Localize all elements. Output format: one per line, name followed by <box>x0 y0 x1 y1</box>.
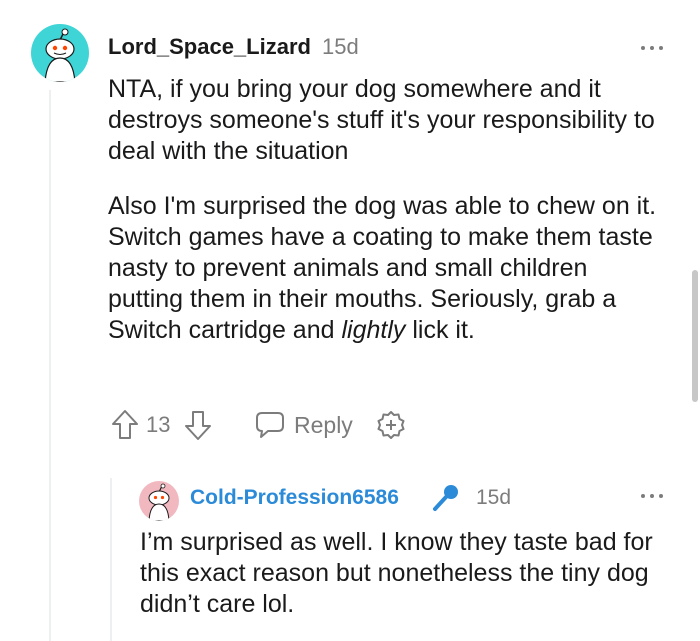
award-plus-icon <box>377 411 405 439</box>
avatar[interactable] <box>31 24 89 82</box>
upvote-icon <box>112 410 138 439</box>
comment-bubble-icon <box>256 412 284 438</box>
comment-paragraph: Also I'm surprised the dog was able to c… <box>108 191 668 346</box>
reply-timestamp: 15d <box>476 486 512 509</box>
reply-more-options-icon[interactable] <box>641 493 663 499</box>
downvote-button[interactable] <box>184 409 212 441</box>
award-button[interactable] <box>375 410 407 442</box>
scrollbar[interactable] <box>692 270 698 402</box>
comment-paragraph: NTA, if you bring your dog somewhere and… <box>108 75 655 165</box>
comment-username[interactable]: Lord_Space_Lizard <box>108 34 311 60</box>
reply-thread-line[interactable] <box>110 478 112 641</box>
reply-label: Reply <box>294 411 353 438</box>
thread-line[interactable] <box>49 90 51 641</box>
reply-text: I’m surprised as well. I know they taste… <box>140 528 653 618</box>
reply-avatar[interactable] <box>139 481 179 521</box>
upvote-button[interactable] <box>111 409 139 441</box>
emphasis-text: lightly <box>341 316 406 344</box>
reply-username[interactable]: Cold-Profession6586 <box>190 486 399 510</box>
comment-paragraph-text: lick it. <box>412 316 475 344</box>
snoo-avatar-icon <box>148 483 170 521</box>
reply-button[interactable]: Reply <box>254 409 353 441</box>
more-options-icon[interactable] <box>641 45 663 51</box>
vote-score: 13 <box>146 412 171 437</box>
downvote-icon <box>185 411 211 440</box>
microphone-icon <box>428 480 464 516</box>
snoo-avatar-icon <box>44 28 76 82</box>
comment-timestamp: 15d <box>322 34 359 59</box>
